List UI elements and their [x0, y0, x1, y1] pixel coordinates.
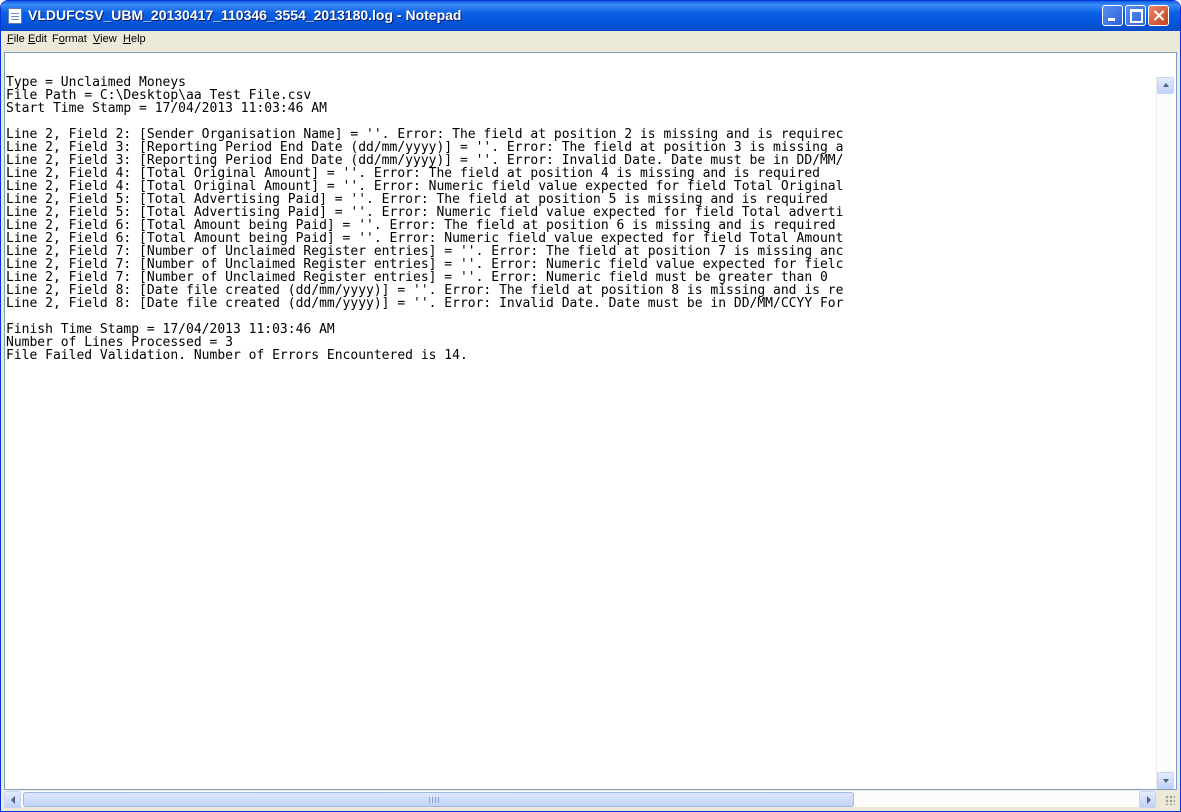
window-title: VLDUFCSV_UBM_20130417_110346_3554_201318…	[28, 7, 462, 23]
text-editor[interactable]: Type = Unclaimed Moneys File Path = C:\De…	[4, 52, 1177, 790]
log-text[interactable]: Type = Unclaimed Moneys File Path = C:\De…	[6, 76, 1154, 362]
horizontal-scroll-thumb[interactable]	[23, 792, 854, 807]
text-line: File Failed Validation. Number of Errors…	[6, 348, 468, 362]
notepad-window: VLDUFCSV_UBM_20130417_110346_3554_201318…	[0, 0, 1181, 812]
menu-format-label: rmat	[64, 33, 87, 45]
menu-view-label: iew	[100, 33, 117, 45]
text-line: Line 2, Field 8: [Date file created (dd/…	[6, 296, 844, 311]
menu-view[interactable]: View	[93, 33, 117, 45]
size-grip[interactable]	[1156, 790, 1177, 807]
notepad-icon[interactable]	[8, 8, 22, 24]
menu-help-label: elp	[130, 33, 146, 45]
thumb-grip-icon	[429, 797, 439, 803]
menu-edit-label: dit	[35, 33, 47, 45]
maximize-button[interactable]	[1125, 5, 1146, 26]
scroll-down-icon[interactable]	[1157, 772, 1174, 789]
minimize-button[interactable]	[1102, 5, 1123, 26]
close-button[interactable]	[1148, 5, 1169, 26]
scroll-right-icon[interactable]	[1139, 791, 1156, 808]
resize-grip-icon	[1165, 795, 1175, 805]
menu-file[interactable]: File	[7, 33, 25, 45]
text-line: Start Time Stamp = 17/04/2013 11:03:46 A…	[6, 101, 327, 116]
vertical-scrollbar[interactable]	[1156, 77, 1174, 789]
scroll-left-icon[interactable]	[4, 791, 21, 808]
menu-format-pre: F	[52, 33, 59, 45]
menu-edit[interactable]: Edit	[28, 33, 47, 45]
horizontal-scrollbar[interactable]	[4, 790, 1156, 808]
menu-bar: File Edit Format View Help	[1, 31, 1180, 51]
menu-help-accel: H	[123, 33, 131, 45]
scroll-up-icon[interactable]	[1157, 77, 1174, 94]
title-bar[interactable]: VLDUFCSV_UBM_20130417_110346_3554_201318…	[1, 1, 1180, 31]
menu-format[interactable]: Format	[52, 33, 87, 45]
menu-file-label: ile	[13, 33, 25, 45]
menu-help[interactable]: Help	[123, 33, 146, 45]
menu-file-accel: F	[7, 33, 14, 45]
